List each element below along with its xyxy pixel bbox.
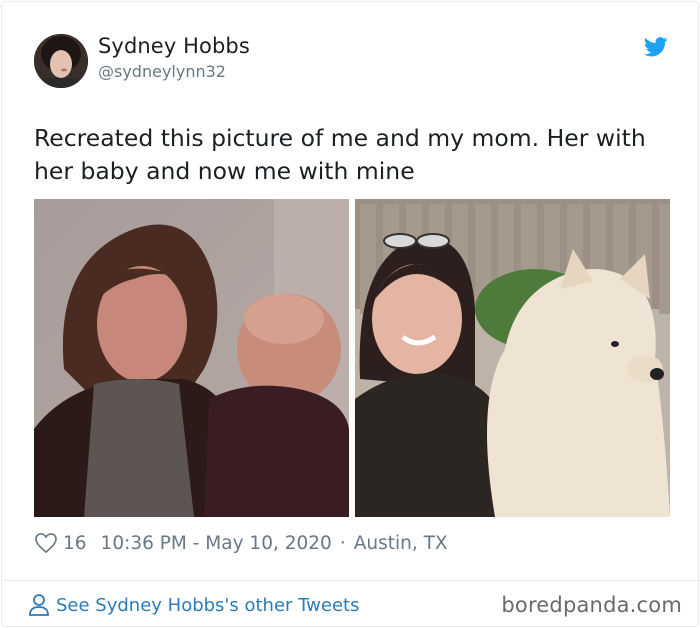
- tweet-location[interactable]: Austin, TX: [354, 533, 448, 554]
- see-other-tweets-link[interactable]: See Sydney Hobbs's other Tweets: [28, 593, 359, 617]
- like-count[interactable]: 16: [63, 533, 87, 554]
- old-photo-mom-and-baby[interactable]: [34, 199, 349, 517]
- divider: [3, 580, 700, 581]
- author-handle[interactable]: @sydneylynn32: [98, 62, 226, 81]
- twitter-bird-icon[interactable]: [643, 36, 668, 58]
- tweet-timestamp[interactable]: 10:36 PM - May 10, 2020: [101, 533, 332, 554]
- tweet-card: Sydney Hobbs @sydneylynn32 Recreated thi…: [1, 1, 700, 627]
- author-display-name[interactable]: Sydney Hobbs: [98, 34, 250, 58]
- see-other-tweets-label: See Sydney Hobbs's other Tweets: [56, 594, 360, 616]
- tweet-text: Recreated this picture of me and my mom.…: [34, 124, 646, 185]
- heart-icon[interactable]: [35, 533, 57, 554]
- avatar[interactable]: [34, 34, 88, 88]
- meta-separator: ·: [339, 532, 346, 554]
- new-photo-daughter-and-dog[interactable]: [355, 199, 670, 517]
- person-icon: [28, 593, 50, 617]
- watermark: boredpanda.com: [501, 593, 682, 617]
- tweet-meta: 16 10:36 PM - May 10, 2020 · Austin, TX: [35, 530, 448, 556]
